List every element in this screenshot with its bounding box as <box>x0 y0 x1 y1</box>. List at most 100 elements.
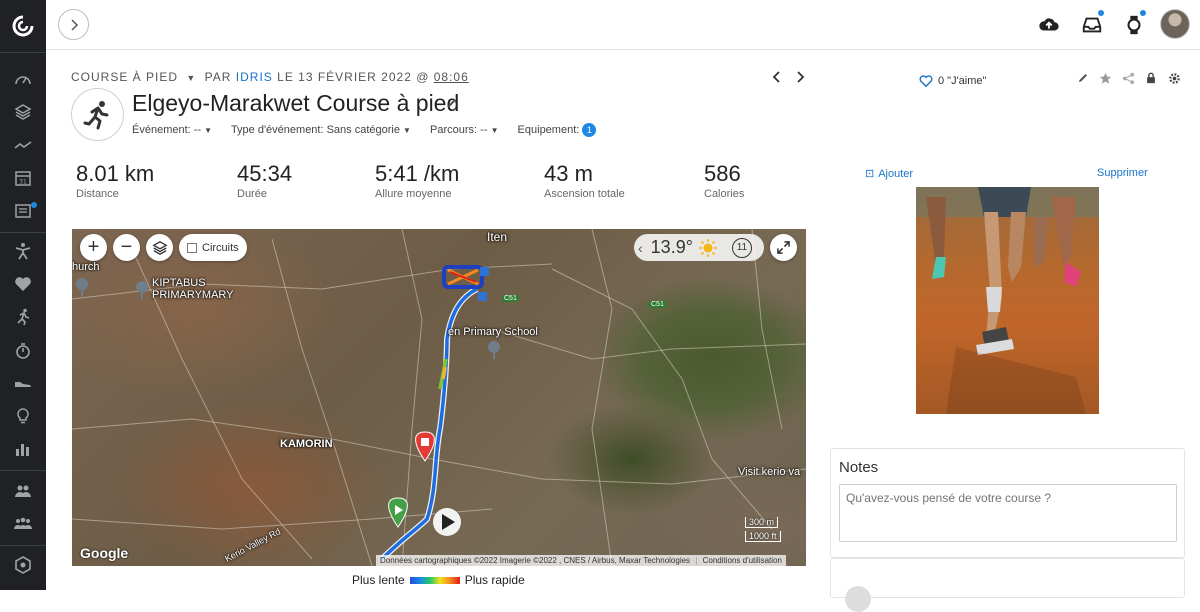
poi-church-icon[interactable] <box>76 278 88 297</box>
event-type-filter[interactable]: Type d'événement: Sans catégorie ▼ <box>231 124 411 136</box>
watch-notification-dot <box>1140 10 1146 16</box>
activity-icon[interactable] <box>12 240 34 262</box>
scale-meters: 300 m <box>745 517 779 528</box>
stat-pace: 5:41 /km Allure moyenne <box>375 161 460 200</box>
shoe-icon[interactable] <box>12 372 34 394</box>
activity-photo[interactable] <box>916 187 1099 414</box>
sun-icon <box>698 238 717 257</box>
calendar-icon[interactable]: 31 <box>12 167 34 189</box>
layers-icon[interactable] <box>12 101 34 123</box>
layers-button[interactable] <box>146 234 173 261</box>
chevron-down-icon[interactable]: ▼ <box>186 73 196 83</box>
fullscreen-button[interactable] <box>770 234 797 261</box>
map-label-primary: PRIMARYMARY <box>152 289 234 301</box>
expand-sidebar-button[interactable] <box>58 9 89 40</box>
date-text: LE 13 FÉVRIER 2022 @ <box>277 70 430 84</box>
hexagon-icon[interactable] <box>12 554 34 576</box>
attribution-text: Données cartographiques ©2022 Imagerie ©… <box>380 556 691 565</box>
activity-filters: Événement: -- ▼ Type d'événement: Sans c… <box>132 123 612 137</box>
circuits-toggle[interactable]: Circuits <box>179 234 247 261</box>
team-icon[interactable] <box>12 512 34 534</box>
event-filter[interactable]: Événement: -- ▼ <box>132 124 212 136</box>
temperature: 13.9° <box>650 237 693 257</box>
like-button[interactable]: 0 "J'aime" <box>919 74 986 88</box>
add-photo-button[interactable]: ⊡ Ajouter <box>865 167 913 180</box>
stat-ascent: 43 m Ascension totale <box>544 161 625 200</box>
share-icon[interactable] <box>1121 71 1135 85</box>
route-map[interactable]: + − Circuits ‹ 13.9° 11 Iten hurch KIPTA… <box>72 229 806 566</box>
scale-feet: 1000 ft <box>745 531 781 542</box>
stat-calories: 586 Calories <box>704 161 745 200</box>
circuits-label: Circuits <box>202 241 239 254</box>
google-logo: Google <box>80 545 129 561</box>
stopwatch-icon[interactable] <box>12 340 34 362</box>
stat-duration: 45:34 Durée <box>237 161 293 200</box>
route-loop <box>442 265 484 289</box>
poi-school2-icon[interactable] <box>488 341 500 359</box>
notes-title: Notes <box>839 459 879 476</box>
map-attribution: Données cartographiques ©2022 Imagerie ©… <box>376 555 786 566</box>
activity-meta: COURSE À PIED ▼ PAR IDRIS LE 13 FÉVRIER … <box>71 70 469 84</box>
weather-widget[interactable]: ‹ 13.9° 11 <box>634 234 764 261</box>
runners-image <box>916 187 1099 414</box>
edit-title-icon[interactable] <box>446 96 458 108</box>
bulb-icon[interactable] <box>12 405 34 427</box>
stats-icon[interactable] <box>12 438 34 460</box>
cloud-upload-icon[interactable] <box>1036 12 1062 38</box>
chevron-right-icon <box>70 18 78 31</box>
map-label-kamorin: KAMORIN <box>280 438 333 450</box>
road-tag-c51-a: C51 <box>502 295 519 302</box>
top-bar <box>46 0 1200 50</box>
lock-icon[interactable] <box>1144 71 1158 85</box>
zoom-out-button[interactable]: − <box>113 234 140 261</box>
user-link[interactable]: IDRIS <box>236 70 273 84</box>
group-icon[interactable] <box>12 480 34 502</box>
wind-icon: 11 <box>731 237 752 258</box>
previous-activity-button[interactable] <box>771 70 785 86</box>
map-label-school: en Primary School <box>448 326 538 338</box>
circuits-checkbox[interactable] <box>187 242 197 253</box>
trend-icon[interactable] <box>12 134 34 156</box>
legend-fast: Plus rapide <box>464 573 525 587</box>
activity-type[interactable]: COURSE À PIED <box>71 70 178 84</box>
time-link[interactable]: 08:06 <box>434 70 469 84</box>
by-label: PAR <box>204 70 232 84</box>
svg-text:31: 31 <box>19 179 27 186</box>
logo-icon[interactable] <box>11 14 35 38</box>
sidebar: 31 <box>0 0 46 590</box>
avatar[interactable] <box>1160 9 1190 39</box>
heart-icon[interactable] <box>12 273 34 295</box>
chevron-right-icon <box>797 71 805 83</box>
zoom-in-button[interactable]: + <box>80 234 107 261</box>
pace-legend: Plus lente Plus rapide <box>352 573 525 587</box>
start-marker-icon[interactable] <box>388 497 408 528</box>
star-icon[interactable] <box>1098 71 1112 85</box>
run-icon[interactable] <box>12 306 34 328</box>
dashboard-icon[interactable] <box>12 69 34 91</box>
next-activity-button[interactable] <box>794 70 808 86</box>
comments-card <box>830 558 1185 612</box>
terms-link[interactable]: Conditions d'utilisation <box>703 556 782 565</box>
route-filter[interactable]: Parcours: -- ▼ <box>430 124 498 136</box>
map-label-iten: Iten <box>487 230 508 244</box>
map-label-visit: Visit kerio va <box>738 466 801 478</box>
edit-icon[interactable] <box>1076 71 1090 85</box>
play-replay-button[interactable] <box>433 508 461 536</box>
expand-icon <box>777 241 790 254</box>
chevron-left-icon[interactable]: ‹ <box>638 240 643 256</box>
likes-count: 0 "J'aime" <box>938 75 987 87</box>
road-tag-c51-b: C51 <box>649 301 666 308</box>
map-label-kiptabus: KIPTABUS <box>152 277 206 289</box>
gear-icon[interactable] <box>1167 71 1181 85</box>
activity-title[interactable]: Elgeyo-Marakwet Course à pied <box>132 90 459 117</box>
map-label-church: hurch <box>72 261 100 273</box>
notes-card: Notes <box>830 448 1185 558</box>
chevron-left-icon <box>772 71 780 83</box>
pace-gradient <box>409 576 460 584</box>
poi-school-icon[interactable] <box>136 281 148 299</box>
delete-photo-button[interactable]: Supprimer <box>1097 167 1148 179</box>
layers-icon <box>151 240 168 255</box>
notes-input[interactable] <box>839 484 1177 542</box>
inbox-notification-dot <box>1098 10 1104 16</box>
equipment-filter[interactable]: Equipement: 1 <box>518 123 597 137</box>
